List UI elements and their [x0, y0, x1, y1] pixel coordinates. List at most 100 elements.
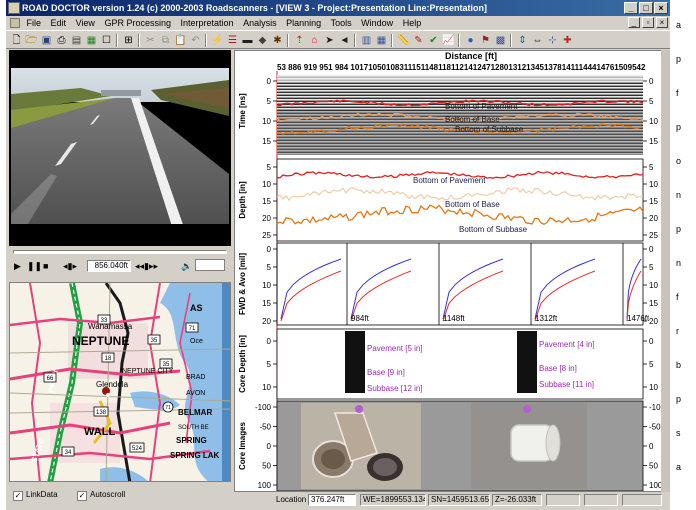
- video-panel: [9, 50, 231, 246]
- video-controls: ▶ ❚❚ ■ ◂▮▸ 856.040ft ◂◂▮▸▸ 🔈: [9, 246, 231, 276]
- new-file-icon[interactable]: 🗋: [9, 33, 24, 48]
- tool-icon[interactable]: ✱: [270, 33, 285, 48]
- map-options: ✓ LinkData ✓ Autoscroll: [9, 484, 231, 508]
- gpr-ylabel: Time [ns]: [238, 93, 247, 129]
- table-icon[interactable]: ▦: [374, 33, 389, 48]
- y-tick-label-right: 5: [649, 360, 654, 369]
- minimize-button[interactable]: _: [624, 2, 638, 14]
- globe-icon[interactable]: ●: [463, 33, 478, 48]
- title-bar: ROAD DOCTOR version 1.24 (c) 2000-2003 R…: [6, 0, 670, 16]
- open-folder-icon[interactable]: 🗁: [24, 33, 39, 48]
- graph-icon[interactable]: 📈: [441, 33, 456, 48]
- core-photo-2: [471, 403, 587, 489]
- road-doctor-window: ROAD DOCTOR version 1.24 (c) 2000-2003 R…: [6, 0, 670, 510]
- autoscroll-checkbox[interactable]: ✓: [77, 491, 87, 501]
- pick-icon[interactable]: ◆: [255, 33, 270, 48]
- fast-step-icon[interactable]: ◂◂▮▸▸: [135, 260, 158, 272]
- paste-icon[interactable]: 📋: [173, 33, 188, 48]
- home-icon[interactable]: ⌂: [307, 33, 322, 48]
- check-icon[interactable]: ✔: [426, 33, 441, 48]
- map-label-spring: SPRING: [176, 436, 207, 445]
- y-tick-label-left: 100: [258, 481, 272, 490]
- svg-text:138: 138: [96, 410, 107, 416]
- menu-edit[interactable]: Edit: [51, 18, 67, 28]
- save-icon[interactable]: ▣: [39, 33, 54, 48]
- y-tick-label-right: 5: [649, 163, 654, 172]
- y-tick-label-right: 15: [649, 197, 658, 206]
- step-back-icon[interactable]: ◂▮▸: [63, 260, 77, 272]
- distance-axis-title: Distance [ft]: [445, 51, 497, 61]
- video-position-field[interactable]: 856.040ft: [87, 260, 131, 272]
- menu-file[interactable]: File: [27, 18, 42, 28]
- marker-icon[interactable]: ✎: [411, 33, 426, 48]
- crosshair-icon[interactable]: ✚: [560, 33, 575, 48]
- z-coordinate: Z=-26.033ft: [492, 494, 542, 506]
- chart-icon[interactable]: ▥: [359, 33, 374, 48]
- undo-icon[interactable]: ↶: [188, 33, 203, 48]
- arrow-up-icon[interactable]: ⇡: [292, 33, 307, 48]
- zoom-fit-icon[interactable]: ⊹: [545, 33, 560, 48]
- profile-icon[interactable]: ▦: [84, 33, 99, 48]
- y-tick-label-right: 25: [649, 231, 658, 240]
- y-tick-label-right: 10: [649, 281, 658, 290]
- zoom-vertical-icon[interactable]: ⇕: [515, 33, 530, 48]
- image-icon[interactable]: ▩: [493, 33, 508, 48]
- location-field[interactable]: 376.247ft: [308, 494, 356, 506]
- arrow-left-icon[interactable]: ◄: [337, 33, 352, 48]
- menu-tools[interactable]: Tools: [331, 18, 352, 28]
- print-icon[interactable]: ⎙: [54, 33, 69, 48]
- y-tick-label-right: 20: [649, 317, 658, 326]
- core1-pavement-label: Pavement [5 in]: [367, 344, 423, 353]
- route-shield: 33: [97, 314, 111, 325]
- properties-icon[interactable]: ⊞: [121, 33, 136, 48]
- map-label-avon: AVON: [186, 390, 205, 397]
- map-label-bradley: BRAD: [186, 374, 205, 381]
- layer-icon[interactable]: ▬: [240, 33, 255, 48]
- pause-icon[interactable]: ❚❚: [27, 260, 42, 272]
- mdi-restore-button[interactable]: ▫: [642, 17, 654, 28]
- copy-icon[interactable]: ⧉: [158, 33, 173, 48]
- volume-icon[interactable]: 🔈: [181, 260, 192, 272]
- zoom-horizontal-icon[interactable]: ⇔: [530, 33, 545, 48]
- play-icon[interactable]: ▶: [14, 260, 21, 272]
- menu-help[interactable]: Help: [403, 18, 422, 28]
- blank-page-icon[interactable]: ☐: [99, 33, 114, 48]
- menu-interpretation[interactable]: Interpretation: [181, 18, 234, 28]
- layout-icon[interactable]: ▤: [69, 33, 84, 48]
- vertical-scrollbar[interactable]: [661, 50, 670, 492]
- menu-analysis[interactable]: Analysis: [243, 18, 277, 28]
- mdi-minimize-button[interactable]: _: [628, 17, 640, 28]
- stop-icon[interactable]: ■: [43, 260, 48, 272]
- link-data-checkbox[interactable]: ✓: [13, 491, 23, 501]
- margin-letter: o: [676, 156, 682, 166]
- video-seek-slider[interactable]: [13, 250, 227, 254]
- road-video-frame: [11, 54, 229, 242]
- process-icon[interactable]: ⚡: [210, 33, 225, 48]
- map-label-glendola: Glendola: [96, 380, 129, 389]
- route-shield: 35: [147, 334, 161, 345]
- y-tick-label-left: 50: [262, 462, 271, 471]
- volume-slider[interactable]: [195, 259, 225, 271]
- menu-window[interactable]: Window: [361, 18, 393, 28]
- maximize-button[interactable]: □: [639, 2, 653, 14]
- map-label-wall: WALL: [84, 426, 115, 438]
- depth-label-pavement: Bottom of Pavement: [413, 176, 486, 185]
- toolbar-separator: [510, 34, 512, 47]
- margin-letter: f: [676, 292, 679, 302]
- arrow-right-icon[interactable]: ➤: [322, 33, 337, 48]
- y-tick-label-right: 5: [649, 97, 654, 106]
- filter-icon[interactable]: ☰: [225, 33, 240, 48]
- close-button[interactable]: ×: [654, 2, 668, 14]
- toolbar-separator: [205, 34, 207, 47]
- menu-planning[interactable]: Planning: [286, 18, 321, 28]
- menu-view[interactable]: View: [76, 18, 95, 28]
- y-tick-label-left: 10: [262, 281, 271, 290]
- y-tick-label-right: -50: [649, 423, 661, 432]
- mdi-close-button[interactable]: ×: [656, 17, 668, 28]
- ruler-icon[interactable]: 📏: [396, 33, 411, 48]
- pin-icon[interactable]: ⚑: [478, 33, 493, 48]
- document-icon[interactable]: [10, 18, 20, 28]
- cut-icon[interactable]: ✂: [143, 33, 158, 48]
- autoscroll-label: Autoscroll: [90, 490, 126, 499]
- menu-gpr-processing[interactable]: GPR Processing: [104, 18, 171, 28]
